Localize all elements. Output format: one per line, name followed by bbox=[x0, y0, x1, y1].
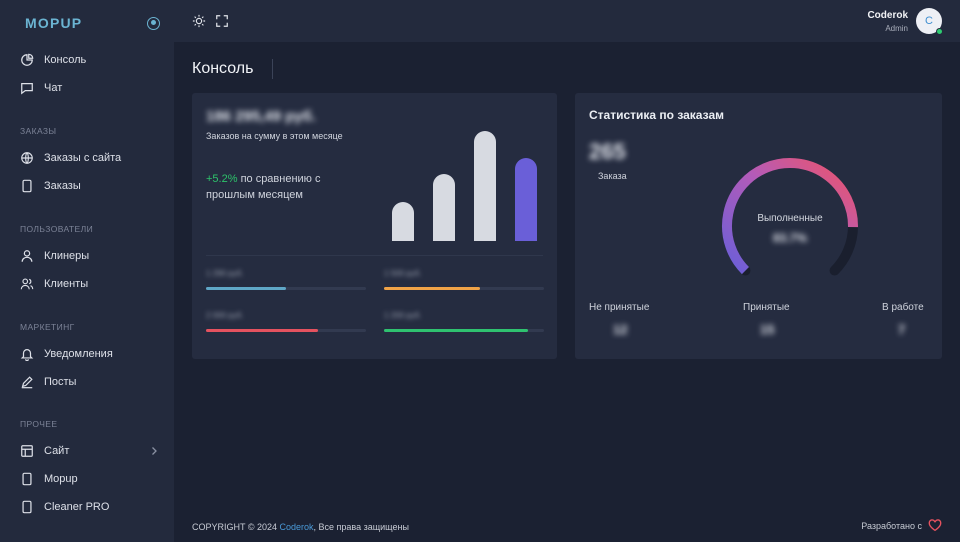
progress-label: 1 290 руб. bbox=[206, 269, 244, 278]
progress-label: 1 200 руб. bbox=[384, 311, 422, 320]
chevron-right-icon bbox=[152, 447, 157, 455]
footer-link[interactable]: Coderok bbox=[280, 522, 314, 532]
sidebar-item-mopup[interactable]: Mopup bbox=[0, 465, 174, 493]
revenue-bar bbox=[474, 131, 496, 241]
globe-icon bbox=[21, 152, 33, 164]
section-marketing: Маркетинг bbox=[20, 322, 75, 332]
stat-not-accepted-label: Не принятые bbox=[589, 302, 650, 313]
sidebar-item-site-orders[interactable]: Заказы с сайта bbox=[0, 144, 174, 172]
message-icon bbox=[21, 83, 33, 95]
bell-icon bbox=[20, 349, 34, 361]
sidebar-item-orders[interactable]: Заказы bbox=[0, 172, 174, 200]
change-percent: +5.2% bbox=[206, 173, 238, 185]
progress-fill bbox=[384, 329, 528, 332]
user-name: Coderok bbox=[867, 10, 908, 21]
card-divider bbox=[206, 255, 543, 256]
gauge-svg bbox=[722, 158, 858, 276]
sidebar-item-cleaners[interactable]: Клинеры bbox=[0, 242, 174, 270]
pen-icon bbox=[21, 376, 33, 389]
orders-card-title: Статистика по заказам bbox=[589, 108, 724, 122]
copyright-text: COPYRIGHT © 2024 bbox=[192, 522, 280, 532]
sidebar-item-chat[interactable]: Чат bbox=[0, 74, 174, 102]
sidebar-item-site[interactable]: Сайт bbox=[0, 437, 174, 465]
orders-total-label: Заказа bbox=[598, 171, 627, 181]
rights-text: , Все права защищены bbox=[313, 522, 409, 532]
online-status-dot bbox=[936, 28, 943, 35]
page-title: Консоль bbox=[192, 60, 254, 77]
sidebar-item-label: Mopup bbox=[44, 473, 78, 485]
sidebar-item-label: Чат bbox=[44, 82, 63, 94]
stat-accepted-value: 15 bbox=[760, 322, 775, 337]
revenue-bar bbox=[515, 158, 537, 241]
tablet-icon bbox=[22, 179, 32, 193]
gauge-label: Выполненные bbox=[757, 213, 823, 224]
footer-dev: Разработано с bbox=[861, 519, 942, 532]
revenue-card: 186 295,49 руб. Заказов на сумму в этом … bbox=[192, 93, 557, 359]
section-other: Прочее bbox=[20, 419, 58, 429]
heart-icon bbox=[928, 519, 942, 532]
sun-icon[interactable] bbox=[192, 14, 206, 28]
sidebar-toggle-icon[interactable] bbox=[147, 16, 160, 30]
section-orders: Заказы bbox=[20, 126, 57, 136]
progress-label: 1 500 руб. bbox=[384, 269, 422, 278]
sidebar-item-cleaner-pro[interactable]: Cleaner PRO bbox=[0, 493, 174, 521]
logo-row: MOPUP bbox=[0, 0, 174, 46]
progress-fill bbox=[206, 287, 286, 290]
user-icon bbox=[21, 250, 33, 262]
revenue-description: Заказов на сумму в этом месяце bbox=[206, 131, 343, 141]
avatar[interactable]: C bbox=[916, 8, 943, 35]
progress-track bbox=[384, 329, 544, 332]
tablet-icon bbox=[22, 500, 32, 514]
tablet-icon bbox=[22, 472, 32, 486]
orders-total: 265 bbox=[589, 139, 626, 164]
sidebar-item-notifications[interactable]: Уведомления bbox=[0, 340, 174, 368]
footer-copyright: COPYRIGHT © 2024 Coderok, Все права защи… bbox=[192, 522, 409, 532]
sidebar: MOPUP Консоль Чат Заказы Заказы с сайта … bbox=[0, 0, 174, 542]
sidebar-item-label: Клиенты bbox=[44, 278, 89, 290]
progress-track bbox=[384, 287, 544, 290]
progress-track bbox=[206, 329, 366, 332]
section-users: Пользователи bbox=[20, 224, 94, 234]
sidebar-item-label: Уведомления bbox=[44, 348, 113, 360]
stat-in-progress-label: В работе bbox=[882, 302, 924, 313]
sidebar-item-label: Клинеры bbox=[44, 250, 90, 262]
orders-stats-card: Статистика по заказам 265 Заказа Выполне… bbox=[575, 93, 942, 359]
progress-track bbox=[206, 287, 366, 290]
sidebar-item-label: Сайт bbox=[44, 445, 70, 457]
stat-not-accepted-value: 12 bbox=[613, 322, 628, 337]
layout-icon bbox=[21, 445, 33, 457]
sidebar-item-console[interactable]: Консоль bbox=[0, 46, 174, 74]
sidebar-item-label: Cleaner PRO bbox=[44, 501, 110, 513]
revenue-amount: 186 295,49 руб. bbox=[206, 108, 316, 125]
avatar-letter: C bbox=[925, 15, 933, 27]
revenue-bar bbox=[392, 202, 414, 241]
sidebar-item-label: Заказы с сайта bbox=[44, 152, 122, 164]
stat-in-progress-value: 7 bbox=[898, 322, 906, 337]
gauge-value: 83.7% bbox=[772, 231, 808, 245]
user-role: Admin bbox=[885, 24, 908, 33]
pie-chart-icon bbox=[21, 53, 34, 66]
revenue-comparison: +5.2% по сравнению с прошлым месяцем bbox=[206, 171, 366, 203]
sidebar-item-label: Посты bbox=[44, 376, 77, 388]
sidebar-item-clients[interactable]: Клиенты bbox=[0, 270, 174, 298]
sidebar-item-label: Консоль bbox=[44, 54, 87, 66]
sidebar-item-posts[interactable]: Посты bbox=[0, 368, 174, 396]
users-icon bbox=[20, 278, 34, 290]
user-info[interactable]: Coderok Admin bbox=[867, 10, 908, 33]
topbar: Coderok Admin C bbox=[174, 0, 960, 42]
completion-gauge: Выполненные 83.7% bbox=[715, 151, 865, 301]
progress-fill bbox=[206, 329, 318, 332]
title-divider bbox=[272, 59, 273, 79]
revenue-bar-chart bbox=[392, 129, 552, 241]
stat-accepted-label: Принятые bbox=[743, 302, 790, 313]
dev-text: Разработано с bbox=[861, 520, 922, 531]
fullscreen-icon[interactable] bbox=[215, 14, 229, 28]
sidebar-item-label: Заказы bbox=[44, 180, 81, 192]
progress-label: 2 000 руб. bbox=[206, 311, 244, 320]
logo[interactable]: MOPUP bbox=[25, 15, 82, 31]
progress-fill bbox=[384, 287, 480, 290]
revenue-bar bbox=[433, 174, 455, 241]
